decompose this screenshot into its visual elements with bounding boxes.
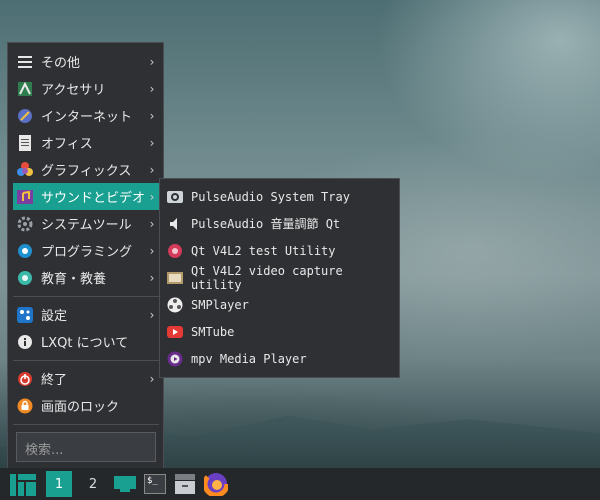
menu-item-internet[interactable]: インターネット › xyxy=(13,102,159,129)
menu-item-other[interactable]: その他 › xyxy=(13,48,159,75)
graphics-icon xyxy=(17,161,33,178)
info-icon xyxy=(17,334,33,350)
taskbar: 1 2 $_ xyxy=(0,468,600,500)
smtube-icon xyxy=(167,324,183,340)
file-manager-launcher[interactable] xyxy=(172,468,198,500)
chevron-right-icon: › xyxy=(149,81,155,96)
firefox-icon xyxy=(204,472,228,496)
menu-separator xyxy=(13,360,159,361)
submenu-item-label: PulseAudio 音量調節 Qt xyxy=(191,217,341,231)
firefox-launcher[interactable] xyxy=(202,468,230,500)
menu-item-label: システムツール xyxy=(41,218,132,233)
menu-separator xyxy=(13,424,159,425)
lock-icon xyxy=(17,398,33,414)
chevron-right-icon: › xyxy=(149,307,155,322)
terminal-launcher[interactable]: $_ xyxy=(142,468,168,500)
chevron-right-icon: › xyxy=(149,162,155,177)
multimedia-icon xyxy=(17,189,33,205)
menu-item-label: アクセサリ xyxy=(41,83,106,98)
chevron-right-icon: › xyxy=(149,371,155,386)
settings-icon xyxy=(17,306,33,323)
speaker-icon xyxy=(167,216,183,232)
menu-item-settings[interactable]: 設定 › xyxy=(13,301,159,328)
programming-icon xyxy=(17,243,33,259)
menu-item-system-tools[interactable]: システムツール › xyxy=(13,210,159,237)
menu-item-graphics[interactable]: グラフィックス › xyxy=(13,156,159,183)
main-menu-button[interactable] xyxy=(8,468,38,500)
menu-item-label: インターネット xyxy=(41,110,133,125)
system-tools-icon xyxy=(17,216,33,232)
internet-icon xyxy=(17,108,33,124)
workspace-2-button[interactable]: 2 xyxy=(80,468,106,500)
menu-item-label: その他 xyxy=(41,56,81,71)
menu-item-label: 設定 xyxy=(41,309,68,324)
menu-item-label: プログラミング xyxy=(41,245,133,260)
menu-item-label: 終了 xyxy=(41,373,68,388)
menu-item-accessories[interactable]: アクセサリ › xyxy=(13,75,159,102)
accessories-icon xyxy=(17,81,33,97)
submenu-item-pulseaudio-tray[interactable]: PulseAudio System Tray xyxy=(165,183,395,210)
terminal-icon: $_ xyxy=(144,474,166,494)
submenu-item-mpv[interactable]: mpv Media Player xyxy=(165,345,395,372)
menu-item-sound-video[interactable]: サウンドとビデオ › xyxy=(13,183,159,210)
menu-separator xyxy=(13,296,159,297)
menu-item-leave[interactable]: 終了 › xyxy=(13,365,159,392)
menu-item-label: LXQt について xyxy=(41,336,129,351)
menu-item-label: 画面のロック xyxy=(41,400,120,415)
submenu-item-label: SMPlayer xyxy=(191,297,249,312)
submenu-item-label: mpv Media Player xyxy=(191,351,307,366)
menu-item-label: グラフィックス xyxy=(41,164,132,179)
menu-item-label: オフィス xyxy=(41,137,93,152)
chevron-right-icon: › xyxy=(149,54,155,69)
file-cabinet-icon xyxy=(175,474,195,494)
sound-video-submenu: PulseAudio System Tray PulseAudio 音量調節 Q… xyxy=(159,178,400,378)
chevron-right-icon: › xyxy=(149,243,155,258)
submenu-item-label: Qt V4L2 test Utility xyxy=(191,243,336,258)
education-icon xyxy=(17,270,33,286)
submenu-item-label: SMTube xyxy=(191,324,235,339)
smplayer-icon xyxy=(167,297,183,313)
mpv-icon xyxy=(167,351,183,367)
submenu-item-qv4l2-test[interactable]: Qt V4L2 test Utility xyxy=(165,237,395,264)
video-capture-icon xyxy=(167,270,183,286)
pulseaudio-tray-icon xyxy=(167,189,183,205)
list-icon xyxy=(17,54,33,70)
show-desktop-button[interactable] xyxy=(112,468,138,500)
submenu-item-qv4l2-capture[interactable]: Qt V4L2 video capture utility xyxy=(165,263,395,292)
chevron-right-icon: › xyxy=(149,270,155,285)
chevron-right-icon: › xyxy=(149,135,155,150)
menu-item-lock-screen[interactable]: 画面のロック xyxy=(13,392,159,419)
chevron-right-icon: › xyxy=(149,108,155,123)
menu-item-office[interactable]: オフィス › xyxy=(13,129,159,156)
power-icon xyxy=(17,371,33,387)
menu-item-about[interactable]: LXQt について xyxy=(13,328,159,355)
submenu-item-smplayer[interactable]: SMPlayer xyxy=(165,291,395,318)
chevron-right-icon: › xyxy=(149,216,155,231)
lxqt-logo-icon xyxy=(10,474,36,496)
submenu-item-label: Qt V4L2 video capture utility xyxy=(191,263,343,292)
office-icon xyxy=(17,134,33,151)
menu-item-label: サウンドとビデオ xyxy=(41,191,146,206)
menu-item-programming[interactable]: プログラミング › xyxy=(13,237,159,264)
application-menu: その他 › アクセサリ › インターネット › オフィス › グラフィックス › xyxy=(7,42,164,469)
submenu-item-pulseaudio-volume[interactable]: PulseAudio 音量調節 Qt xyxy=(165,210,395,237)
submenu-item-label: PulseAudio System Tray xyxy=(191,189,350,204)
menu-search-input[interactable]: 検索... xyxy=(16,432,156,462)
desktop-icon xyxy=(114,476,136,492)
menu-item-label: 教育・教養 xyxy=(41,272,107,287)
qv4l2-icon xyxy=(167,243,183,259)
workspace-1-button[interactable]: 1 xyxy=(46,471,72,497)
submenu-item-smtube[interactable]: SMTube xyxy=(165,318,395,345)
menu-item-education[interactable]: 教育・教養 › xyxy=(13,264,159,291)
chevron-right-icon: › xyxy=(149,189,155,204)
